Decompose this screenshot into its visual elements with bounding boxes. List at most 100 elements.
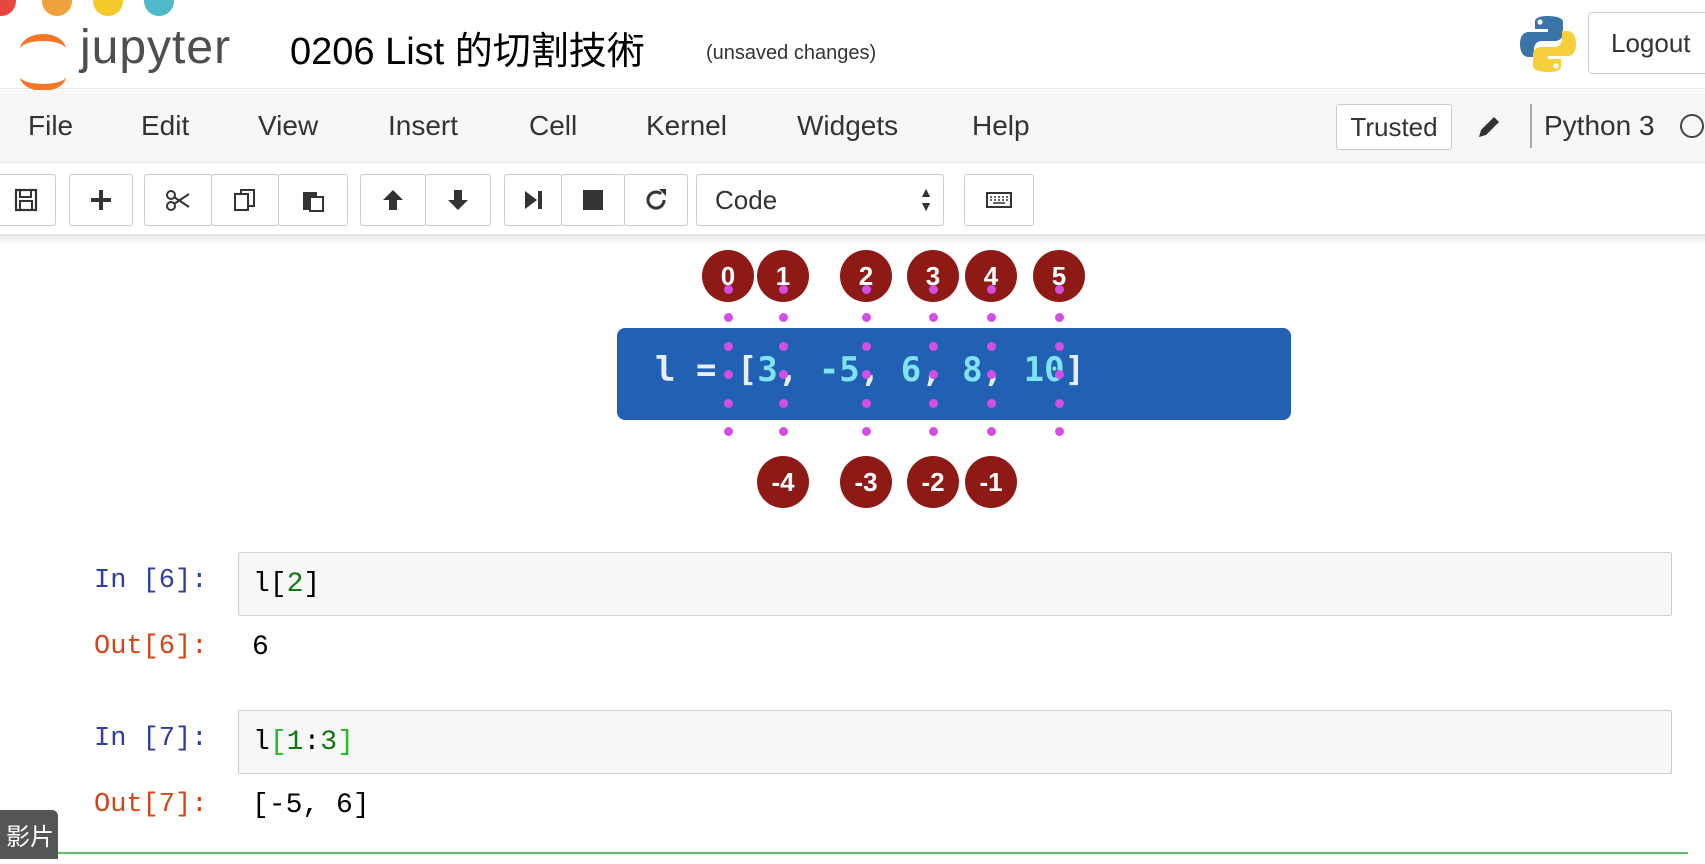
index-label-2: 2 [840,250,892,302]
kernel-status-icon [1680,114,1704,138]
close-dot[interactable] [0,0,16,16]
code-close-bracket: ] [1064,350,1086,390]
extra-dot[interactable] [144,0,174,16]
guide-dot [929,427,938,436]
guide-dot [724,313,733,322]
index-label-neg2: -2 [907,456,959,508]
index-label-neg4: -4 [757,456,809,508]
index-label-0: 0 [702,250,754,302]
guide-dot [779,313,788,322]
guide-dot [862,285,871,294]
guide-dot [929,342,938,351]
guide-dot [779,342,788,351]
list-index-diagram: 0 1 2 3 4 5 l = [3, -5, 6, 8, 10] -4 -3 … [600,244,1320,514]
out-prompt-7: Out[7]: [94,790,208,820]
guide-dot [779,370,788,379]
guide-dot [929,399,938,408]
guide-dot [1055,399,1064,408]
list-value-0: 3 [757,350,778,390]
menu-cell[interactable]: Cell [529,110,577,142]
guide-dot [724,342,733,351]
toolbar-shadow [0,234,1705,244]
guide-dot [779,427,788,436]
cell-type-select[interactable]: Code ▲ ▼ [696,174,944,226]
kernel-separator [1530,104,1532,148]
out-prompt-6: Out[6]: [94,632,208,662]
guide-dot [779,285,788,294]
index-label-5: 5 [1033,250,1085,302]
index-label-neg3: -3 [840,456,892,508]
paste-button[interactable] [278,174,348,226]
index-label-3: 3 [907,250,959,302]
guide-dot [929,285,938,294]
menu-help[interactable]: Help [972,110,1030,142]
guide-dot [862,342,871,351]
code-cell-7[interactable]: l[1:3] [238,710,1672,774]
notebook-header: jupyter 0206 List 的切割技術 (unsaved changes… [0,0,1705,91]
run-button[interactable] [504,174,562,226]
move-down-button[interactable] [425,174,491,226]
cell-code-7: l[1:3] [253,726,354,758]
copy-icon [234,189,255,211]
list-code: l = [3, -5, 6, 8, 10] [655,350,1086,390]
guide-dot [987,370,996,379]
cell-output-6: 6 [252,632,269,663]
window-controls [0,0,200,30]
guide-dot [1055,370,1064,379]
copy-button[interactable] [211,174,279,226]
kernel-name: Python 3 [1544,110,1655,141]
logo-arc-top [20,34,66,65]
stop-icon [583,190,603,210]
minimize-dot[interactable] [42,0,72,16]
menu-insert[interactable]: Insert [388,110,458,142]
command-palette-button[interactable] [964,174,1034,226]
guide-dot [1055,427,1064,436]
code-cell-6[interactable]: l[2] [238,552,1672,616]
menu-view[interactable]: View [258,110,318,142]
keyboard-icon [986,192,1012,208]
paste-icon [303,192,324,212]
cell-type-value: Code [715,184,778,215]
selected-next-cell[interactable] [26,852,1688,864]
video-caption: 影片 [0,810,58,859]
guide-dot [724,399,733,408]
menu-kernel[interactable]: Kernel [646,110,727,142]
arrow-down-icon [448,190,468,210]
index-label-neg1: -1 [965,456,1017,508]
list-value-2: 6 [900,350,922,390]
menu-edit[interactable]: Edit [141,110,189,142]
restart-button[interactable] [624,174,688,226]
guide-dot [862,370,871,379]
list-code-box: l = [3, -5, 6, 8, 10] [617,328,1291,420]
notebook-title[interactable]: 0206 List 的切割技術 [290,20,645,75]
menu-file[interactable]: File [28,110,73,142]
index-label-1: 1 [757,250,809,302]
maximize-dot[interactable] [93,0,123,16]
guide-dot [929,370,938,379]
trusted-indicator[interactable]: Trusted [1336,104,1452,150]
guide-dot [724,427,733,436]
list-value-1: -5 [818,350,860,390]
guide-dot [1055,342,1064,351]
interrupt-button[interactable] [561,174,625,226]
guide-dot [987,399,996,408]
index-label-4: 4 [965,250,1017,302]
in-prompt-6: In [6]: [94,566,208,596]
insert-cell-button[interactable] [69,174,133,226]
guide-dot [987,342,996,351]
save-button[interactable] [0,174,56,226]
cut-button[interactable] [144,174,212,226]
move-up-button[interactable] [360,174,426,226]
logout-button[interactable]: Logout [1588,12,1705,74]
arrow-up-icon [383,190,403,210]
menu-widgets[interactable]: Widgets [797,110,898,142]
save-icon [14,188,38,212]
guide-dot [862,427,871,436]
guide-dot [1055,285,1064,294]
guide-dot [987,313,996,322]
guide-dot [1055,313,1064,322]
pencil-icon[interactable] [1474,112,1504,142]
guide-dot [929,313,938,322]
in-prompt-7: In [7]: [94,724,208,754]
cell-code-6: l[2] [253,568,321,600]
